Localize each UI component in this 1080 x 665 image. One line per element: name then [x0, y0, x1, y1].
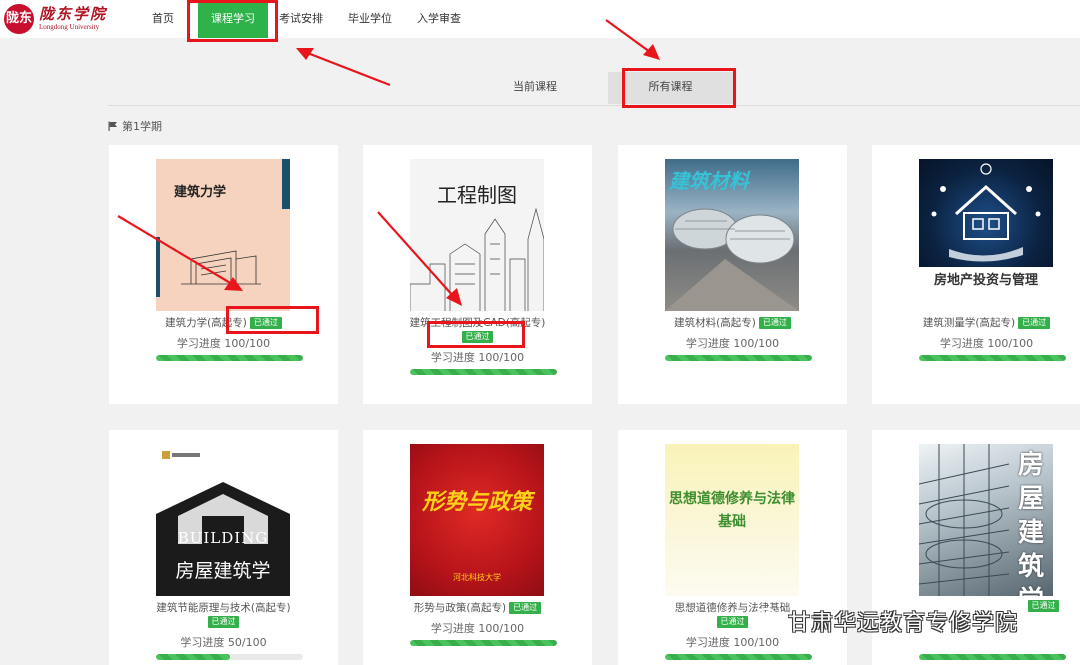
course-cover[interactable]: 房地产投资与管理: [919, 159, 1053, 311]
cover-title: 房屋建筑学: [1017, 450, 1044, 596]
progress-text: 学习进度 100/100: [685, 337, 780, 350]
progress-bar-fill: [919, 355, 1066, 361]
progress-text: 学习进度 100/100: [176, 337, 271, 350]
university-logo[interactable]: 陇东 陇东学院 Longdong University: [4, 3, 144, 35]
course-cover[interactable]: 房屋建筑学: [919, 444, 1053, 596]
tabs-divider: [108, 105, 1080, 106]
passed-badge: 已通过: [208, 616, 239, 628]
course-card-jianzhu-jieneng[interactable]: BUILDING 房屋建筑学 建筑节能原理与技术(高起专) 已通过 学习进度 5…: [109, 430, 338, 665]
cover-title: 建筑材料: [669, 169, 749, 193]
course-cover[interactable]: BUILDING 房屋建筑学: [156, 444, 290, 596]
passed-badge: 已通过: [717, 616, 748, 628]
nav-home[interactable]: 首页: [148, 0, 178, 38]
nav-graduation-degree[interactable]: 毕业学位: [345, 0, 395, 38]
course-cover[interactable]: 形势与政策 河北科技大学: [410, 444, 544, 596]
annotation-box-passed: [427, 321, 525, 348]
cover-stripe: [156, 237, 160, 297]
course-cover[interactable]: 建筑材料: [665, 159, 799, 311]
annotation-box-passed: [226, 306, 319, 334]
term-label: 第1学期: [122, 120, 162, 133]
nav-enrollment-review[interactable]: 入学审查: [414, 0, 464, 38]
course-card-gongcheng-zhitu[interactable]: 工程制图 建筑工程制图及CAD(高起专) 已通过 学习进度 100/100: [363, 145, 592, 404]
progress-bar: [156, 654, 303, 660]
progress-bar-fill: [919, 654, 1066, 660]
course-card-jianzhu-celiang[interactable]: 房地产投资与管理 建筑测量学(高起专) 已通过 学习进度 100/100: [872, 145, 1080, 404]
passed-badge: 已通过: [1018, 317, 1051, 329]
course-cover[interactable]: 工程制图: [410, 159, 544, 311]
progress-bar: [665, 654, 812, 660]
nav-exam-schedule[interactable]: 考试安排: [276, 0, 326, 38]
progress-text: 学习进度 50/100: [180, 636, 267, 649]
cover-title: 形势与政策: [421, 489, 532, 515]
course-name[interactable]: 建筑节能原理与技术(高起专): [109, 600, 338, 615]
wechat-icon: [754, 608, 784, 631]
university-name-en: Longdong University: [39, 23, 100, 31]
progress-bar: [410, 369, 557, 375]
university-name: 陇东学院: [39, 5, 108, 23]
cover-title: 房屋建筑学: [175, 560, 271, 582]
cover-title: 思想道德修养与法律基础: [669, 491, 795, 530]
course-card-jianzhu-cailiao[interactable]: 建筑材料 建筑材料(高起专) 已通过 学习进度 100/100: [618, 145, 847, 404]
university-seal-icon: 陇东: [4, 4, 34, 34]
building-sketch-icon: [181, 250, 261, 285]
progress-bar-fill: [156, 654, 230, 660]
progress-bar: [919, 355, 1066, 361]
wechat-watermark: 甘肃华远教育专修学院: [750, 602, 1070, 636]
skyline-sketch-icon: [410, 207, 544, 311]
tab-current-courses[interactable]: 当前课程: [495, 72, 575, 104]
progress-text: 学习进度 100/100: [430, 351, 525, 364]
course-card-xingshi-zhengce[interactable]: 形势与政策 河北科技大学 形势与政策(高起专) 已通过 学习进度 100/100: [363, 430, 592, 665]
flag-icon: [108, 121, 117, 131]
course-card-jianzhu-lixue[interactable]: 建筑力学 建筑力学(高起专) 已通过 学习进度 100/100: [109, 145, 338, 404]
cover-publisher: 河北科技大学: [453, 573, 501, 582]
cover-subtitle: BUILDING: [177, 529, 269, 547]
course-name[interactable]: 建筑材料(高起专) 已通过: [618, 315, 847, 330]
course-cover[interactable]: 思想道德修养与法律基础: [665, 444, 799, 596]
passed-badge: 已通过: [509, 602, 542, 614]
cover-title: 房地产投资与管理: [933, 273, 1038, 288]
modern-building-icon: [665, 208, 799, 311]
progress-text: 学习进度 100/100: [939, 337, 1034, 350]
term-heading: 第1学期: [108, 118, 162, 134]
progress-text: 学习进度 100/100: [430, 622, 525, 635]
progress-bar: [410, 640, 557, 646]
cover-stripe: [282, 159, 290, 209]
progress-bar: [665, 355, 812, 361]
course-name[interactable]: 建筑测量学(高起专) 已通过: [872, 315, 1080, 330]
annotation-box-course-study: [187, 0, 278, 42]
progress-bar-fill: [410, 640, 557, 646]
course-cover[interactable]: 建筑力学: [156, 159, 290, 311]
progress-bar-fill: [665, 654, 812, 660]
cover-image: [919, 159, 1053, 267]
house-in-hand-icon: [931, 163, 1041, 262]
progress-bar: [919, 654, 1066, 660]
course-name[interactable]: 形势与政策(高起专) 已通过: [363, 600, 592, 615]
progress-bar: [156, 355, 303, 361]
passed-badge: 已通过: [758, 317, 791, 329]
top-navigation-bar: 陇东 陇东学院 Longdong University 首页 课程学习 考试安排…: [0, 0, 1080, 38]
annotation-box-all-courses: [622, 68, 736, 108]
cover-title: 建筑力学: [174, 185, 227, 200]
progress-bar-fill: [410, 369, 557, 375]
progress-bar-fill: [665, 355, 812, 361]
watermark-text: 甘肃华远教育专修学院: [788, 611, 1019, 636]
progress-bar-fill: [156, 355, 303, 361]
